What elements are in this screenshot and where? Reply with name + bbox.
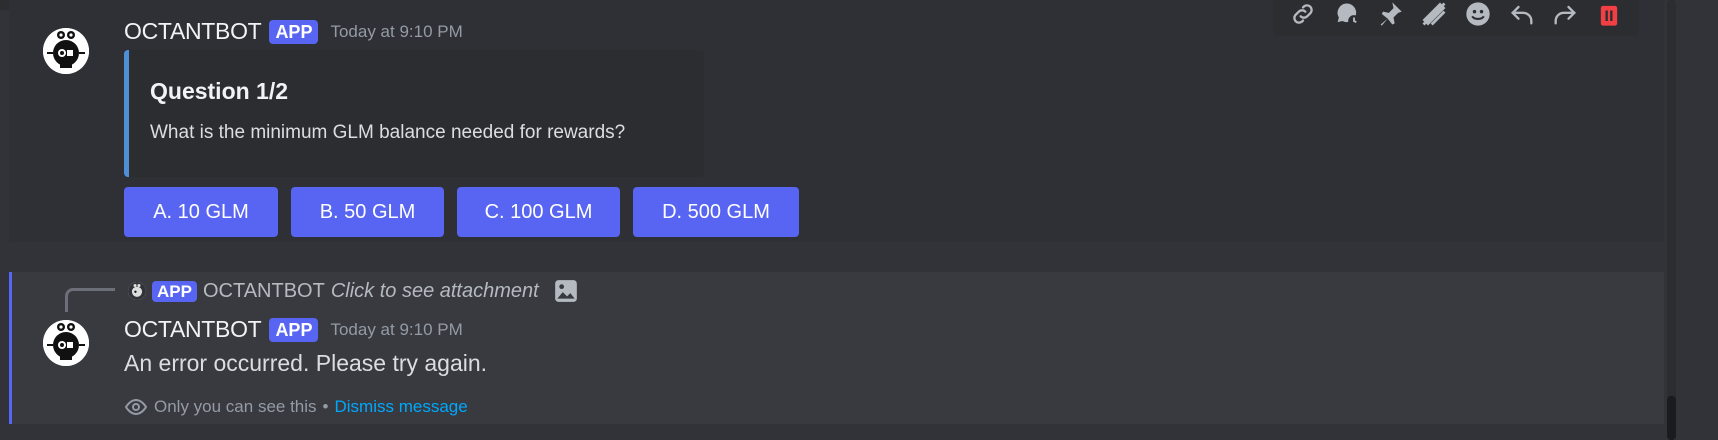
separator: • [322, 397, 329, 416]
bot-avatar[interactable] [43, 320, 89, 366]
pin-icon[interactable] [1375, 0, 1405, 29]
delete-icon[interactable] [1594, 0, 1624, 29]
bot-avatar[interactable] [43, 28, 89, 74]
link-icon[interactable] [1288, 0, 1318, 29]
forward-icon[interactable] [1550, 0, 1580, 29]
message-content: An error occurred. Please try again. [124, 350, 488, 376]
reply-text[interactable]: Click to see attachment [331, 280, 539, 303]
timestamp[interactable]: Today at 9:10 PM [330, 320, 462, 340]
question-embed: Question 1/2 What is the minimum GLM bal… [124, 50, 704, 177]
app-badge: APP [269, 317, 319, 342]
answer-button-c[interactable]: C. 100 GLM [457, 187, 620, 237]
emoji-icon[interactable] [1463, 0, 1493, 29]
scrollbar-rail[interactable] [1667, 0, 1676, 440]
answer-button-a[interactable]: A. 10 GLM [124, 187, 278, 237]
apps-icon[interactable] [1419, 0, 1449, 29]
octant-bot-icon [43, 320, 89, 366]
ephemeral-notice: Only you can see this • Dismiss message [124, 395, 468, 419]
reply-icon[interactable] [1507, 0, 1537, 29]
eye-icon [124, 398, 148, 416]
message-actions-toolbar [1273, 0, 1639, 36]
message-header: OCTANTBOT APP Today at 9:10 PM [124, 316, 463, 343]
octant-bot-icon [128, 282, 146, 300]
reply-app-badge: APP [152, 280, 197, 302]
answer-buttons: A. 10 GLM B. 50 GLM C. 100 GLM D. 500 GL… [124, 187, 799, 237]
ephemeral-text: Only you can see this [154, 397, 317, 416]
embed-title: Question 1/2 [150, 78, 289, 104]
answer-button-b[interactable]: B. 50 GLM [291, 187, 444, 237]
dismiss-message-link[interactable]: Dismiss message [334, 397, 467, 417]
reply-avatar [128, 282, 146, 300]
reply-connector [65, 288, 115, 312]
reply-username[interactable]: OCTANTBOT [203, 280, 325, 303]
scrollbar-thumb[interactable] [1667, 396, 1676, 440]
thread-icon[interactable] [1332, 0, 1362, 29]
username[interactable]: OCTANTBOT [124, 18, 262, 45]
username[interactable]: OCTANTBOT [124, 316, 262, 343]
message-header: OCTANTBOT APP Today at 9:10 PM [124, 18, 463, 45]
answer-button-d[interactable]: D. 500 GLM [633, 187, 799, 237]
octant-bot-icon [43, 28, 89, 74]
app-badge: APP [269, 19, 319, 44]
embed-description: What is the minimum GLM balance needed f… [150, 122, 626, 143]
timestamp[interactable]: Today at 9:10 PM [330, 22, 462, 42]
image-icon [554, 280, 577, 302]
reply-preview[interactable]: APP OCTANTBOT Click to see attachment [128, 278, 579, 304]
ephemeral-highlight-bar [9, 272, 12, 424]
